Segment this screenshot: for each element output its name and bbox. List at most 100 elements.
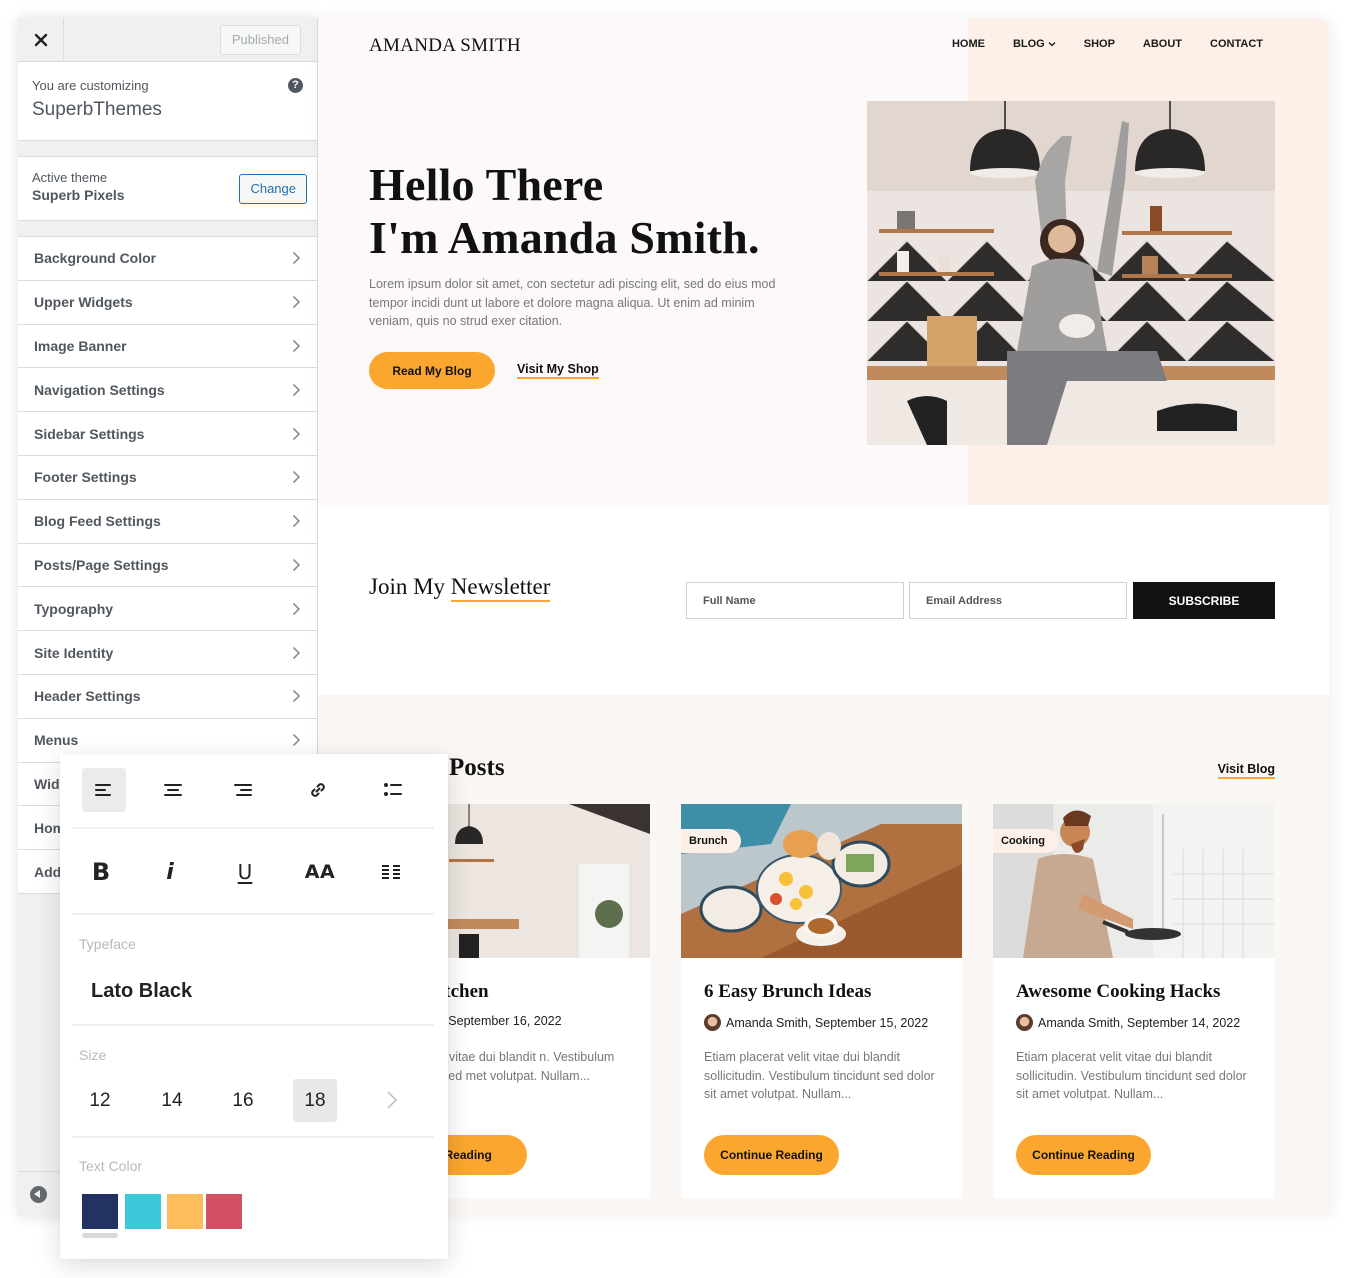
section-label: Navigation Settings <box>34 381 165 398</box>
close-icon <box>34 33 47 47</box>
link-button[interactable] <box>296 768 340 812</box>
chevron-right-icon <box>292 558 301 572</box>
continue-reading-button[interactable]: Continue Reading <box>1016 1135 1151 1175</box>
nav-item-about[interactable]: ABOUT <box>1143 38 1182 50</box>
size-option-16[interactable]: 16 <box>221 1079 265 1122</box>
customizer-section-item[interactable]: Navigation Settings <box>18 368 317 413</box>
link-icon <box>311 783 325 797</box>
read-my-blog-button[interactable]: Read My Blog <box>369 352 495 389</box>
nav-item-shop[interactable]: SHOP <box>1084 38 1115 50</box>
hero-photo <box>867 101 1275 445</box>
post-excerpt: Etiam placerat velit vitae dui blandit s… <box>704 1050 935 1102</box>
section-label: Footer Settings <box>34 469 137 486</box>
text-color-label: Text Color <box>79 1158 143 1174</box>
site-title[interactable]: AMANDA SMITH <box>369 35 521 57</box>
change-theme-button[interactable]: Change <box>239 174 307 204</box>
customizer-section-item[interactable]: Typography <box>18 587 317 632</box>
color-swatch-cyan[interactable] <box>125 1194 161 1229</box>
chevron-right-icon <box>292 252 301 265</box>
color-swatch-orange[interactable] <box>167 1194 203 1229</box>
typography-popover: B i U AA Typeface Lato Black Size 12 14 … <box>60 754 448 1259</box>
customizer-section-item[interactable]: Footer Settings <box>18 455 317 500</box>
post-card[interactable]: Brunch 6 Easy Brunch Ideas Amanda Smith,… <box>681 804 962 1198</box>
post-meta: Amanda Smith, September 15, 2022 <box>704 1014 928 1031</box>
post-meta: Amanda Smith, September 14, 2022 <box>1016 1014 1240 1031</box>
section-label: Site Identity <box>34 644 114 661</box>
customizer-section-item[interactable]: Header Settings <box>18 674 317 719</box>
nav-item-contact[interactable]: CONTACT <box>1210 38 1263 50</box>
collapse-sidebar-icon[interactable] <box>30 1185 47 1203</box>
post-thumbnail[interactable]: Brunch <box>681 804 962 958</box>
site-name: SuperbThemes <box>32 99 162 120</box>
text-case-button[interactable]: AA <box>298 850 342 894</box>
post-category-tag[interactable]: Cooking <box>993 829 1058 853</box>
customizer-section-item[interactable]: Site Identity <box>18 631 317 675</box>
visit-blog-link[interactable]: Visit Blog <box>1217 762 1275 779</box>
post-card[interactable]: Cooking Awesome Cooking Hacks Amanda Smi… <box>993 804 1274 1198</box>
section-label: Posts/Page Settings <box>34 556 169 573</box>
divider <box>72 1136 434 1138</box>
size-option-18[interactable]: 18 <box>293 1079 337 1122</box>
customizer-section-item[interactable]: Blog Feed Settings <box>18 499 317 544</box>
help-icon[interactable]: ? <box>288 78 303 93</box>
nav-item-home[interactable]: HOME <box>952 38 985 50</box>
post-title[interactable]: Awesome Cooking Hacks <box>1016 981 1220 1003</box>
section-label: Sidebar Settings <box>34 425 145 442</box>
subscribe-button[interactable]: SUBSCRIBE <box>1133 582 1275 619</box>
bold-button[interactable]: B <box>79 850 123 894</box>
author-avatar <box>704 1014 721 1031</box>
chevron-right-icon <box>292 427 301 440</box>
divider <box>72 827 434 829</box>
post-excerpt: Etiam placerat velit vitae dui blandit s… <box>1016 1050 1247 1102</box>
size-option-14[interactable]: 14 <box>150 1079 194 1122</box>
align-left-button[interactable] <box>82 768 126 812</box>
newsletter-title: Join My Newsletter <box>369 574 551 602</box>
active-theme-panel: Active theme Superb Pixels Change <box>18 156 317 221</box>
customizer-section-item[interactable]: Sidebar Settings <box>18 412 317 456</box>
cooking-photo <box>993 804 1274 958</box>
justify-button[interactable] <box>369 850 413 894</box>
chevron-right-icon <box>292 296 301 309</box>
email-address-input[interactable]: Email Address <box>909 582 1127 619</box>
section-label: Background Color <box>34 250 157 267</box>
chevron-right-icon <box>292 515 301 528</box>
post-title[interactable]: 6 Easy Brunch Ideas <box>704 981 871 1003</box>
hero-text: Lorem ipsum dolor sit amet, con sectetur… <box>369 277 776 329</box>
text-case-icon: AA <box>304 861 336 883</box>
italic-button[interactable]: i <box>148 850 192 894</box>
published-button[interactable]: Published <box>219 24 301 55</box>
nav-item-blog[interactable]: BLOG <box>1013 38 1056 50</box>
newsletter-section: Join My Newsletter Full Name Email Addre… <box>318 505 1329 695</box>
size-option-12[interactable]: 12 <box>78 1079 122 1122</box>
align-right-button[interactable] <box>221 768 265 812</box>
close-customizer-button[interactable] <box>18 18 64 62</box>
bullet-list-icon <box>384 783 402 796</box>
section-label: Upper Widgets <box>34 294 133 311</box>
customizer-section-item[interactable]: Image Banner <box>18 324 317 369</box>
underline-button[interactable]: U <box>223 850 267 894</box>
align-center-button[interactable] <box>151 768 195 812</box>
posts-title: Posts <box>449 754 505 781</box>
brunch-photo <box>681 804 962 958</box>
chevron-right-icon <box>292 383 301 396</box>
chevron-right-icon <box>292 646 301 659</box>
typeface-select[interactable]: Lato Black <box>91 980 192 1003</box>
post-category-tag[interactable]: Brunch <box>681 829 741 853</box>
full-name-input[interactable]: Full Name <box>686 582 904 619</box>
divider <box>72 1024 434 1026</box>
customizer-section-item[interactable]: Background Color <box>18 237 317 281</box>
bold-icon: B <box>91 858 111 886</box>
color-swatch-red[interactable] <box>206 1194 242 1229</box>
chevron-right-icon[interactable] <box>386 1090 398 1110</box>
continue-reading-button[interactable]: Continue Reading <box>704 1135 839 1175</box>
section-label: Image Banner <box>34 337 127 354</box>
divider <box>72 913 434 915</box>
color-swatch-navy[interactable] <box>82 1194 118 1229</box>
justify-icon <box>382 865 400 879</box>
customizer-section-item[interactable]: Posts/Page Settings <box>18 543 317 588</box>
post-thumbnail[interactable]: Cooking <box>993 804 1274 958</box>
bullet-list-button[interactable] <box>371 768 415 812</box>
customizer-section-item[interactable]: Upper Widgets <box>18 280 317 325</box>
visit-my-shop-link[interactable]: Visit My Shop <box>517 362 599 379</box>
section-label: Typography <box>34 600 114 617</box>
